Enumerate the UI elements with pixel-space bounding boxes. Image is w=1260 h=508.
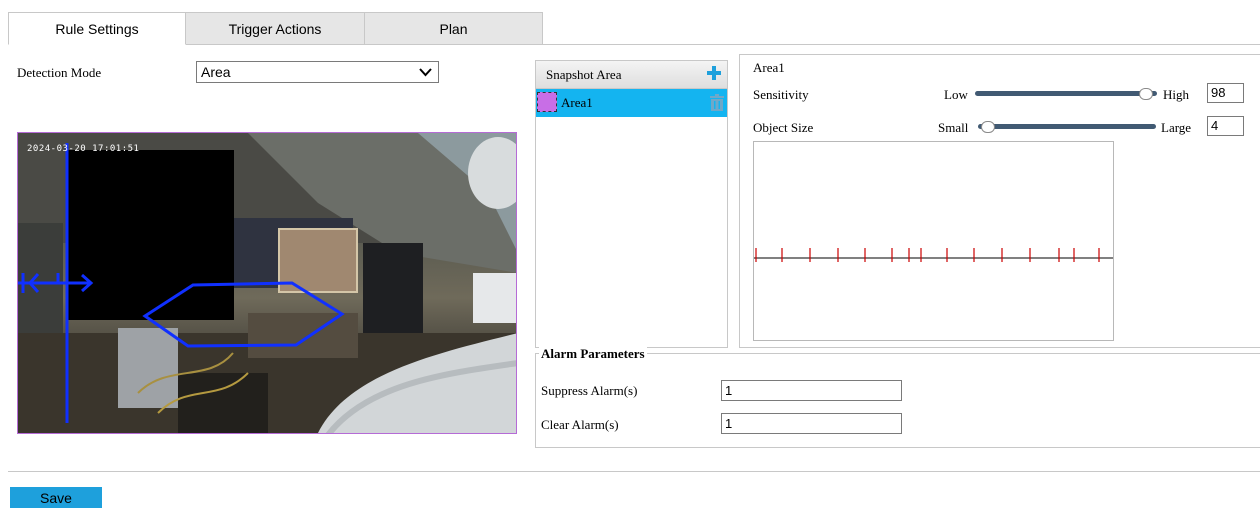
suppress-alarm-label: Suppress Alarm(s) — [541, 383, 638, 398]
sensitivity-slider-handle[interactable] — [1139, 88, 1154, 100]
tab-label: Trigger Actions — [228, 20, 322, 37]
object-size-slider-handle[interactable] — [981, 121, 996, 133]
trash-icon[interactable] — [710, 94, 724, 115]
snapshot-area-list-item[interactable]: Area1 — [536, 89, 727, 117]
sensitivity-high-label: High — [1163, 87, 1189, 102]
tab-trigger-actions[interactable]: Trigger Actions — [185, 12, 365, 44]
video-timestamp: 2024-03-20 17:01:51 — [27, 144, 140, 154]
snapshot-area-title: Snapshot Area — [546, 67, 622, 82]
video-scene — [18, 133, 516, 433]
object-size-label: Object Size — [753, 120, 814, 135]
tab-plan[interactable]: Plan — [364, 12, 543, 44]
object-size-large-label: Large — [1161, 120, 1192, 135]
clear-alarm-input[interactable]: 1 — [721, 413, 902, 434]
tab-label: Plan — [439, 20, 468, 37]
motion-graph-canvas — [754, 248, 1113, 262]
video-preview[interactable]: 2024-03-20 17:01:51 — [17, 132, 517, 434]
area-settings-title: Area1 — [753, 60, 785, 75]
detection-mode-value: Area — [201, 64, 231, 80]
alarm-parameters-legend: Alarm Parameters — [539, 346, 647, 362]
object-size-input[interactable]: 4 — [1207, 116, 1244, 136]
detection-mode-label: Detection Mode — [17, 65, 102, 80]
chevron-down-icon — [419, 67, 432, 77]
save-button[interactable]: Save — [10, 487, 102, 508]
sensitivity-input[interactable]: 98 — [1207, 83, 1244, 103]
area-item-label: Area1 — [561, 95, 593, 110]
object-size-small-label: Small — [938, 120, 969, 135]
motion-detection-graph — [753, 141, 1114, 341]
area-color-swatch[interactable] — [537, 92, 557, 112]
sensitivity-label: Sensitivity — [753, 87, 809, 102]
snapshot-area-header: Snapshot Area — [536, 61, 727, 89]
tab-bar-divider — [8, 44, 1260, 45]
tab-rule-settings[interactable]: Rule Settings — [8, 12, 186, 45]
sensitivity-low-label: Low — [944, 87, 968, 102]
tab-label: Rule Settings — [55, 20, 139, 37]
suppress-alarm-input[interactable]: 1 — [721, 380, 902, 401]
sensitivity-slider[interactable] — [975, 91, 1157, 96]
clear-alarm-label: Clear Alarm(s) — [541, 417, 619, 432]
add-area-icon[interactable] — [707, 66, 721, 84]
object-size-slider[interactable] — [978, 124, 1156, 129]
detection-mode-select[interactable]: Area — [196, 61, 439, 83]
footer-divider — [8, 471, 1260, 472]
